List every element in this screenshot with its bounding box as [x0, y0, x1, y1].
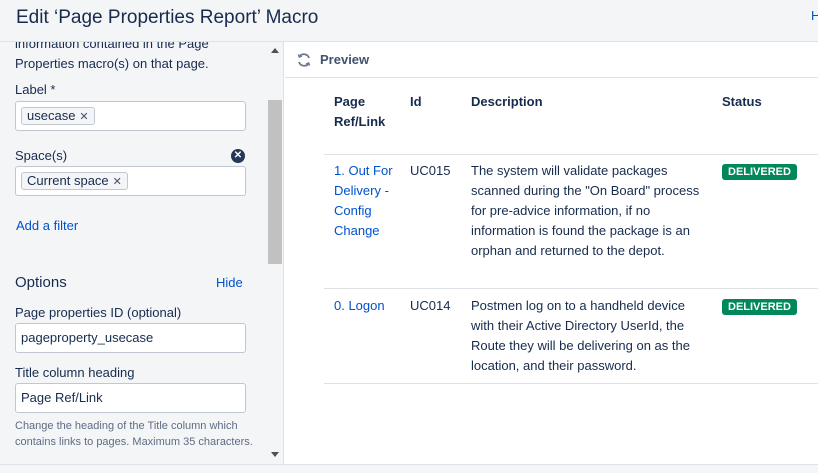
row-divider: [324, 288, 818, 289]
preview-label: Preview: [320, 52, 370, 67]
title-column-help: Change the heading of the Title column w…: [15, 420, 253, 448]
scroll-thumb[interactable]: [268, 100, 282, 264]
title-column-label: Title column heading: [15, 365, 135, 380]
row-page-link[interactable]: 1. Out For Delivery - Config Change: [334, 161, 400, 241]
page-props-id-input[interactable]: pageproperty_usecase: [15, 323, 246, 353]
options-heading: Options: [15, 274, 67, 291]
dialog-footer: [0, 464, 818, 473]
label-input[interactable]: usecase ✕: [15, 101, 246, 131]
dialog-title: Edit ‘Page Properties Report’ Macro: [16, 7, 319, 28]
space-field-label: Space(s): [15, 148, 68, 163]
row-description: Postmen log on to a handheld device with…: [471, 298, 690, 373]
row-id: UC015: [410, 163, 451, 178]
label-tag[interactable]: usecase ✕: [21, 107, 95, 125]
space-input[interactable]: Current space ✕: [15, 166, 246, 196]
hide-options-link[interactable]: Hide: [216, 275, 243, 290]
dialog-header: Edit ‘Page Properties Report’ Macro H: [0, 0, 818, 42]
preview-bar: Preview: [285, 42, 818, 78]
row-description: The system will validate packages scanne…: [471, 163, 700, 258]
row-divider: [324, 383, 818, 384]
row-page-link[interactable]: 0. Logon: [334, 296, 400, 316]
space-tag-text: Current space: [27, 173, 109, 188]
status-badge: DELIVERED: [722, 299, 797, 315]
col-header-page: Page Ref/Link: [334, 94, 386, 129]
title-column-input[interactable]: Page Ref/Link: [15, 383, 246, 413]
col-header-status: Status: [722, 94, 762, 109]
col-header-description: Description: [471, 94, 543, 109]
row-id: UC014: [410, 298, 451, 313]
page-props-id-label: Page properties ID (optional): [15, 305, 182, 320]
status-badge: DELIVERED: [722, 164, 797, 180]
scroll-up-icon[interactable]: [271, 48, 279, 53]
scroll-down-icon[interactable]: [271, 452, 279, 457]
header-divider: [324, 154, 818, 155]
remove-tag-icon[interactable]: ✕: [79, 111, 88, 123]
macro-options-pane: information contained in the Page Proper…: [0, 42, 284, 464]
help-link[interactable]: H: [811, 8, 818, 23]
space-tag[interactable]: Current space ✕: [21, 172, 128, 190]
col-header-id: Id: [410, 94, 422, 109]
add-filter-link[interactable]: Add a filter: [16, 218, 78, 233]
label-tag-text: usecase: [27, 108, 76, 123]
label-field-label: Label *: [15, 82, 56, 97]
clear-space-icon[interactable]: ✕: [231, 149, 245, 163]
options-scrollbar[interactable]: [267, 42, 283, 464]
remove-tag-icon[interactable]: ✕: [113, 176, 122, 188]
refresh-icon[interactable]: [295, 51, 313, 69]
description-text: information contained in the Page Proper…: [15, 42, 209, 71]
